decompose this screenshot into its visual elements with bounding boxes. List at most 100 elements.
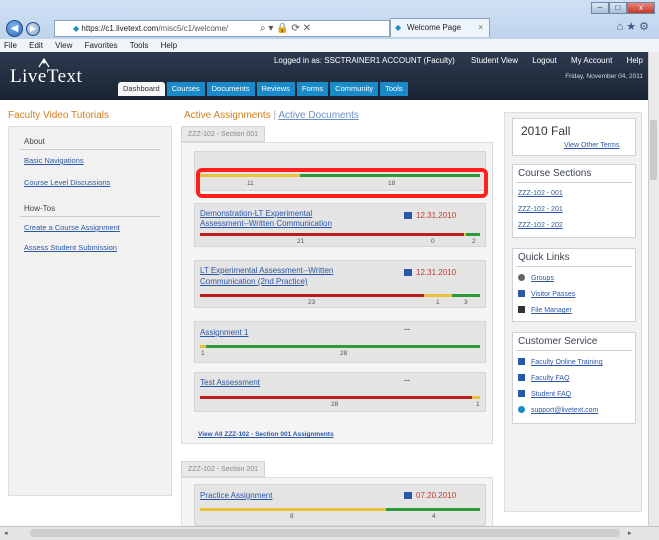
minimize-button[interactable]: – <box>591 2 609 14</box>
support-email-text: support@livetext.com <box>531 407 599 414</box>
browser-tools-icons[interactable]: ⌂ ★ ⚙ <box>617 20 649 33</box>
favicon-icon: ◆ <box>73 24 80 33</box>
assignment-title[interactable]: LT Experimental Assessment--Written <box>200 266 333 276</box>
due-date: 07.20.2010 <box>404 491 456 500</box>
section-tab[interactable]: ZZZ-102 - Section 001 <box>181 126 265 142</box>
video-tutorials-title: Faculty Video Tutorials <box>8 110 109 121</box>
due-date: -- <box>404 375 410 385</box>
bar-yellow <box>424 294 452 297</box>
due-date: 12.31.2010 <box>404 211 456 220</box>
heading-separator: | <box>273 110 277 121</box>
section-tab[interactable]: ZZZ-102 - Section 201 <box>181 461 265 477</box>
customer-service-title: Customer Service <box>518 336 598 347</box>
bar-count: 1 <box>476 401 480 408</box>
assignment-title[interactable]: Practice Assignment <box>200 491 272 501</box>
divider <box>516 266 632 267</box>
bar-count: 0 <box>431 238 435 245</box>
calendar-icon <box>404 269 412 276</box>
help-link[interactable]: Help <box>627 56 643 65</box>
bar-count: 28 <box>340 350 348 357</box>
active-assignments-label[interactable]: Active Assignments <box>184 110 271 121</box>
faculty-training-link[interactable]: Faculty Online Training <box>518 358 603 366</box>
forward-button[interactable]: ▶ <box>26 22 40 36</box>
training-icon <box>518 358 525 365</box>
tab-title: Welcome Page <box>407 23 462 32</box>
divider <box>516 182 632 183</box>
bar-count: 23 <box>308 299 316 306</box>
menu-file[interactable]: File <box>4 41 17 50</box>
back-button[interactable]: ◀ <box>6 20 23 37</box>
close-button[interactable]: x <box>627 2 655 14</box>
student-faq-text: Student FAQ <box>531 391 572 398</box>
bar-red <box>200 396 472 399</box>
due-date-text: 12.31.2010 <box>416 268 457 277</box>
bar-yellow <box>472 396 480 399</box>
maximize-button[interactable]: □ <box>609 2 627 14</box>
tab-reviews[interactable]: Reviews <box>256 82 295 96</box>
due-date: 12.31.2010 <box>404 268 456 277</box>
menu-tools[interactable]: Tools <box>130 41 149 50</box>
groups-link[interactable]: Groups <box>518 274 554 282</box>
view-all-assignments-link[interactable]: View All ZZZ-102 - Section 001 Assignmen… <box>198 431 334 438</box>
menu-view[interactable]: View <box>55 41 72 50</box>
faculty-faq-link[interactable]: Faculty FAQ <box>518 374 570 382</box>
student-view-link[interactable]: Student View <box>471 56 518 65</box>
assignment-title[interactable]: Assignment 1 <box>200 328 248 338</box>
tab-community[interactable]: Community <box>330 82 379 96</box>
assignment-title-line2[interactable]: Assessment--Written Communication <box>200 219 332 229</box>
assignment-title[interactable]: Demonstration-LT Experimental <box>200 209 312 219</box>
file-manager-text: File Manager <box>531 307 572 314</box>
address-tools-icon[interactable]: ⌕ ▾ 🔒 ⟳ ✕ <box>260 21 311 36</box>
view-other-terms-link[interactable]: View Other Terms <box>564 142 619 149</box>
calendar-icon <box>404 212 412 219</box>
assignment-title[interactable]: Test Assessment <box>200 378 260 388</box>
student-faq-link[interactable]: Student FAQ <box>518 390 571 398</box>
vertical-scroll-thumb[interactable] <box>650 120 657 180</box>
highlight-box <box>196 168 488 198</box>
visitor-pass-icon <box>518 290 525 297</box>
logout-link[interactable]: Logout <box>532 56 556 65</box>
active-documents-link[interactable]: Active Documents <box>278 110 359 121</box>
menu-favorites[interactable]: Favorites <box>85 41 118 50</box>
browser-tab[interactable]: ◆ Welcome Page × <box>390 18 490 37</box>
support-email-link[interactable]: support@livetext.com <box>518 406 598 414</box>
course-level-discussions-link[interactable]: Course Level Discussions <box>24 178 110 187</box>
tab-forms[interactable]: Forms <box>296 82 329 96</box>
url-path: /misc5/c1/welcome/ <box>158 24 229 33</box>
tab-close-icon[interactable]: × <box>478 19 483 37</box>
faculty-training-text: Faculty Online Training <box>531 359 603 366</box>
address-bar[interactable]: ◆ https://c1.livetext.com/misc5/c1/welco… <box>54 20 390 37</box>
menu-help[interactable]: Help <box>161 41 177 50</box>
groups-link-text: Groups <box>531 275 554 282</box>
divider <box>516 350 632 351</box>
livetext-logo[interactable]: LiveText <box>10 66 82 88</box>
user-bar: Logged in as: SSCTRAINER1 ACCOUNT (Facul… <box>274 56 643 65</box>
course-section-link[interactable]: ZZZ-102 - 201 <box>518 206 563 213</box>
visitor-passes-link[interactable]: Visitor Passes <box>518 290 575 298</box>
create-course-assignment-link[interactable]: Create a Course Assignment <box>24 223 120 232</box>
tab-documents[interactable]: Documents <box>206 82 255 96</box>
bar-green <box>452 294 480 297</box>
current-date: Friday, November 04, 2011 <box>565 73 643 80</box>
howtos-heading: How-Tos <box>24 204 56 213</box>
assignment-title-line2[interactable]: Communication (2nd Practice) <box>200 277 308 287</box>
scroll-left-icon[interactable]: ◂ <box>4 529 8 537</box>
url-host: https://c1.livetext.com <box>81 24 159 33</box>
course-section-link[interactable]: ZZZ-102 - 001 <box>518 190 563 197</box>
basic-navigations-link[interactable]: Basic Navigations <box>24 156 84 165</box>
tab-dashboard[interactable]: Dashboard <box>118 82 165 96</box>
my-account-link[interactable]: My Account <box>571 56 612 65</box>
about-heading: About <box>24 137 45 146</box>
horizontal-scroll-thumb[interactable] <box>30 529 620 537</box>
divider <box>20 149 160 150</box>
tab-tools[interactable]: Tools <box>380 82 408 96</box>
tab-courses[interactable]: Courses <box>166 82 205 96</box>
file-manager-link[interactable]: File Manager <box>518 306 572 314</box>
bar-red <box>200 233 464 236</box>
bar-red <box>200 294 424 297</box>
scroll-right-icon[interactable]: ▸ <box>628 529 632 537</box>
menu-edit[interactable]: Edit <box>29 41 43 50</box>
assess-student-submission-link[interactable]: Assess Student Submission <box>24 243 117 252</box>
due-date-text: 12.31.2010 <box>416 211 457 220</box>
course-section-link[interactable]: ZZZ-102 - 202 <box>518 222 563 229</box>
